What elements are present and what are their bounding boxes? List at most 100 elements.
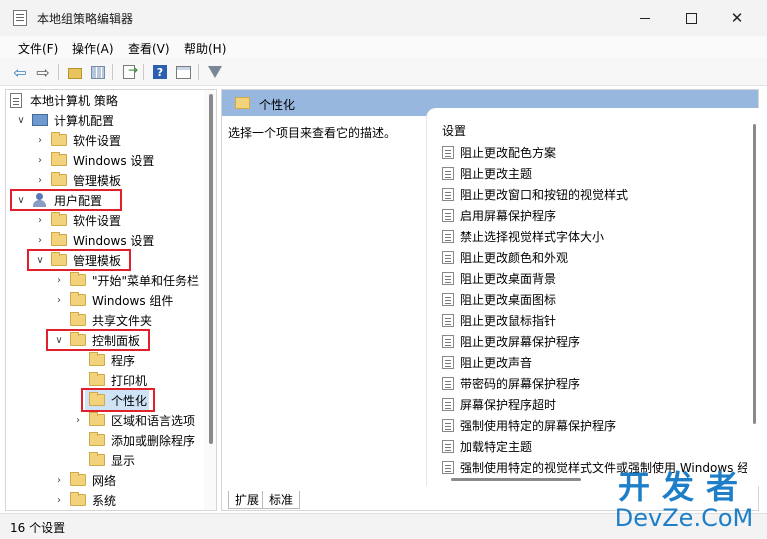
maximize-button[interactable] [668,0,714,36]
chevron-right-icon[interactable]: › [33,135,47,146]
list-item[interactable]: 阻止更改桌面背景 [442,268,556,289]
highlight-personalization [81,388,155,412]
minimize-button[interactable] [622,0,668,36]
highlight-admin-templates [27,249,131,271]
status-text: 16 个设置 [10,521,66,535]
list-item[interactable]: 阻止更改鼠标指针 [442,310,556,331]
window-title: 本地组策略编辑器 [37,12,134,26]
tree-item-display[interactable]: 显示 [85,450,135,470]
back-button[interactable]: ⇦ [11,63,29,82]
folder-icon [235,97,250,109]
tree-item-uc-windows[interactable]: › Windows 设置 [33,230,154,250]
up-one-level-button[interactable] [66,63,84,81]
list-item[interactable]: 带密码的屏幕保护程序 [442,373,580,394]
folder-icon [89,432,105,446]
forward-button[interactable]: ⇨ [34,63,52,82]
list-item[interactable]: 阻止更改声音 [442,352,532,373]
menu-view[interactable]: 查看(V) [128,40,170,57]
settings-list: 设置 阻止更改配色方案 阻止更改主题 阻止更改窗口和按钮的视觉样式 启用屏幕保护… [426,108,760,486]
tree-item-start-menu[interactable]: › "开始"菜单和任务栏 [52,270,199,290]
folder-icon [51,172,67,186]
policy-setting-icon [442,209,454,222]
list-item[interactable]: 阻止更改主题 [442,163,532,184]
tree-item-computer-config[interactable]: ∨ 计算机配置 [14,110,114,130]
chevron-down-icon[interactable]: ∨ [14,115,28,126]
list-item[interactable]: 屏幕保护程序超时 [442,394,556,415]
tree-scroll-thumb[interactable] [209,94,213,444]
list-item[interactable]: 阻止更改屏幕保护程序 [442,331,580,352]
tree-scrollbar[interactable] [204,90,216,510]
chevron-right-icon[interactable]: › [52,475,66,486]
folder-icon [70,272,86,286]
watermark: 开发者 DevZe.CoM [604,470,764,536]
folder-icon [89,412,105,426]
chevron-right-icon[interactable]: › [71,415,85,426]
console-button[interactable] [174,63,192,81]
tree-item-network[interactable]: › 网络 [52,470,116,490]
show-tree-icon [91,65,105,79]
tree-label: 软件设置 [73,133,122,148]
list-item[interactable]: 禁止选择视觉样式字体大小 [442,226,604,247]
tree-label: 管理模板 [73,173,122,188]
close-button[interactable]: ✕ [714,0,760,36]
list-item-label: 强制使用特定的屏幕保护程序 [460,419,617,433]
tree-item-system[interactable]: › 系统 [52,490,116,510]
tree-label: Windows 设置 [73,153,155,168]
folder-icon [51,132,67,146]
list-item[interactable]: 阻止更改窗口和按钮的视觉样式 [442,184,628,205]
policy-setting-icon [442,314,454,327]
tab-standard[interactable]: 标准 [262,491,301,509]
settings-column-header[interactable]: 设置 [442,122,466,139]
list-item[interactable]: 阻止更改桌面图标 [442,289,556,310]
list-item[interactable]: 阻止更改配色方案 [442,142,556,163]
tree-label: 程序 [111,353,136,368]
tab-extended[interactable]: 扩展 [228,491,267,509]
chevron-right-icon[interactable]: › [33,175,47,186]
tree-item-cc-software[interactable]: › 软件设置 [33,130,121,150]
tree-item-regional[interactable]: › 区域和语言选项 [71,410,195,430]
list-item[interactable]: 阻止更改颜色和外观 [442,247,568,268]
chevron-right-icon[interactable]: › [33,215,47,226]
tree-label: 软件设置 [73,213,122,228]
folder-up-icon [68,68,82,79]
export-list-button[interactable] [120,63,138,81]
menu-help[interactable]: 帮助(H) [184,40,226,57]
tree-item-windows-components[interactable]: › Windows 组件 [52,290,173,310]
list-item[interactable]: 强制使用特定的屏幕保护程序 [442,415,616,436]
tree-item-shared-folders[interactable]: 共享文件夹 [66,310,152,330]
tree-item-cc-admin[interactable]: › 管理模板 [33,170,121,190]
chevron-right-icon[interactable]: › [52,295,66,306]
policy-setting-icon [442,272,454,285]
tree-item-root[interactable]: 本地计算机 策略 [10,90,118,110]
filter-button[interactable] [206,63,224,81]
tree-item-uc-software[interactable]: › 软件设置 [33,210,121,230]
toolbar-separator [143,64,144,80]
tree-item-cc-windows[interactable]: › Windows 设置 [33,150,154,170]
tree-item-add-remove[interactable]: 添加或删除程序 [85,430,195,450]
tree-label: 区域和语言选项 [111,413,196,428]
list-scrollbar[interactable] [748,122,760,472]
chevron-right-icon[interactable]: › [52,275,66,286]
folder-icon [89,452,105,466]
list-item[interactable]: 加载特定主题 [442,436,532,457]
chevron-right-icon[interactable]: › [33,235,47,246]
folder-icon [89,372,105,386]
list-item[interactable]: 启用屏幕保护程序 [442,205,556,226]
toolbar-separator [112,64,113,80]
menu-action[interactable]: 操作(A) [72,40,114,57]
title-bar: 本地组策略编辑器 ✕ [0,0,767,36]
policy-setting-icon [442,167,454,180]
list-item-label: 阻止更改配色方案 [460,146,557,160]
menu-file[interactable]: 文件(F) [18,40,58,57]
show-hide-tree-button[interactable] [89,63,107,81]
policy-setting-icon [442,377,454,390]
menu-bar: 文件(F) 操作(A) 查看(V) 帮助(H) [0,36,767,58]
tree-item-printers[interactable]: 打印机 [85,370,147,390]
chevron-right-icon[interactable]: › [52,495,66,506]
policy-setting-icon [442,335,454,348]
chevron-right-icon[interactable]: › [33,155,47,166]
list-scroll-thumb[interactable] [753,124,756,424]
help-button[interactable]: ? [151,63,169,81]
tree-item-programs[interactable]: 程序 [85,350,135,370]
list-horizontal-scroll-thumb[interactable] [451,478,581,481]
